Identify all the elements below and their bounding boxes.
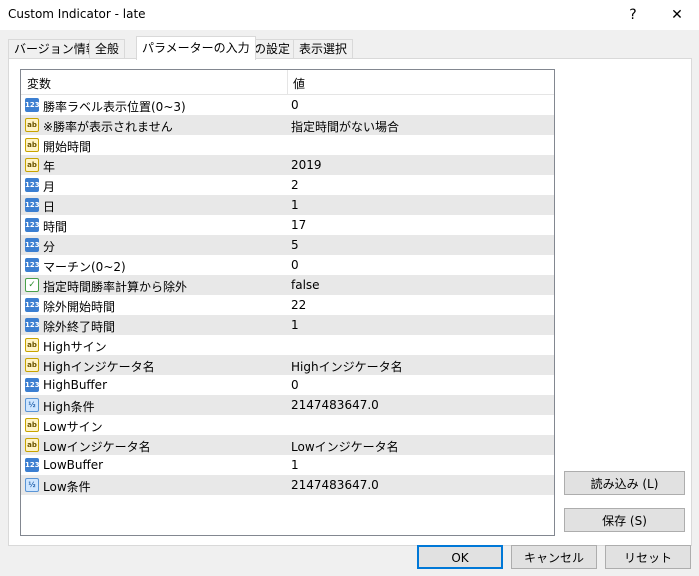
parameter-row[interactable]: ✓ 指定時間勝率計算から除外 false xyxy=(21,275,554,295)
integer-type-icon: 123 xyxy=(25,238,40,252)
tab-parameters[interactable]: パラメーターの入力 xyxy=(136,36,256,60)
parameter-name: 指定時間勝率計算から除外 xyxy=(43,280,188,294)
parameter-name: 分 xyxy=(43,240,56,254)
parameter-value[interactable]: 0 xyxy=(291,98,299,112)
parameter-row[interactable]: 123 月 2 xyxy=(21,175,554,195)
boolean-type-icon: ✓ xyxy=(25,278,39,292)
grid-header: 変数 値 xyxy=(21,70,554,95)
parameter-name: マーチン(0~2) xyxy=(43,260,126,274)
parameter-row[interactable]: ab 開始時間 xyxy=(21,135,554,155)
parameter-name: Highインジケータ名 xyxy=(43,360,155,374)
integer-type-icon: 123 xyxy=(25,198,40,212)
column-divider[interactable] xyxy=(287,70,288,94)
integer-type-icon: 123 xyxy=(25,98,40,112)
parameter-name: ※勝率が表示されません xyxy=(43,120,173,134)
parameter-name: Highサイン xyxy=(43,340,107,354)
parameter-name: 時間 xyxy=(43,220,68,234)
parameter-row[interactable]: 123 時間 17 xyxy=(21,215,554,235)
parameter-name: Lowサイン xyxy=(43,420,103,434)
string-type-icon: ab xyxy=(25,358,39,372)
integer-type-icon: 123 xyxy=(25,178,40,192)
header-variable[interactable]: 変数 xyxy=(27,75,51,92)
integer-type-icon: 123 xyxy=(25,298,40,312)
parameter-value[interactable]: 1 xyxy=(291,318,299,332)
parameter-row[interactable]: ab Highインジケータ名 Highインジケータ名 xyxy=(21,355,554,375)
parameter-row[interactable]: 123 除外開始時間 22 xyxy=(21,295,554,315)
string-type-icon: ab xyxy=(25,338,39,352)
save-button[interactable]: 保存 (S) xyxy=(564,508,685,532)
integer-type-icon: 123 xyxy=(25,378,40,392)
help-button[interactable]: ? xyxy=(611,0,655,30)
parameter-name: 除外開始時間 xyxy=(43,300,116,314)
parameter-row[interactable]: 123 LowBuffer 1 xyxy=(21,455,554,475)
double-type-icon: ½ xyxy=(25,398,39,412)
parameter-value[interactable]: 0 xyxy=(291,258,299,272)
parameter-grid[interactable]: 変数 値 123 勝率ラベル表示位置(0~3) 0 ab ※勝率が表示されません 指定時間… xyxy=(20,69,555,536)
parameter-name: High条件 xyxy=(43,400,95,414)
parameter-name: LowBuffer xyxy=(43,458,104,472)
parameter-name: 除外終了時間 xyxy=(43,320,116,334)
integer-type-icon: 123 xyxy=(25,458,40,472)
parameter-value[interactable]: 2147483647.0 xyxy=(291,398,379,412)
close-button[interactable]: ✕ xyxy=(655,0,699,30)
string-type-icon: ab xyxy=(25,418,39,432)
parameter-row[interactable]: 123 除外終了時間 1 xyxy=(21,315,554,335)
parameter-row[interactable]: 123 マーチン(0~2) 0 xyxy=(21,255,554,275)
parameter-row[interactable]: 123 勝率ラベル表示位置(0~3) 0 xyxy=(21,95,554,115)
parameter-name: Low条件 xyxy=(43,480,91,494)
cancel-button[interactable]: キャンセル xyxy=(511,545,597,569)
parameter-value[interactable]: 1 xyxy=(291,458,299,472)
string-type-icon: ab xyxy=(25,118,39,132)
parameter-row[interactable]: 123 日 1 xyxy=(21,195,554,215)
parameter-value[interactable]: 1 xyxy=(291,198,299,212)
tab-display-selection[interactable]: 表示選択 xyxy=(293,39,354,59)
parameter-value[interactable]: 指定時間がない場合 xyxy=(291,118,399,135)
parameter-value[interactable]: 0 xyxy=(291,378,299,392)
title-bar: Custom Indicator - late ? ✕ xyxy=(0,0,699,30)
parameter-row[interactable]: ab 年 2019 xyxy=(21,155,554,175)
parameter-row[interactable]: 123 分 5 xyxy=(21,235,554,255)
parameter-value[interactable]: Lowインジケータ名 xyxy=(291,438,399,455)
load-button[interactable]: 読み込み (L) xyxy=(564,471,685,495)
parameter-row[interactable]: ab Lowサイン xyxy=(21,415,554,435)
parameter-value[interactable]: 22 xyxy=(291,298,306,312)
parameter-name: 勝率ラベル表示位置(0~3) xyxy=(43,100,186,114)
double-type-icon: ½ xyxy=(25,478,39,492)
parameter-name: 日 xyxy=(43,200,56,214)
tab-general[interactable]: 全般 xyxy=(89,39,126,59)
string-type-icon: ab xyxy=(25,158,39,172)
parameter-row[interactable]: ½ High条件 2147483647.0 xyxy=(21,395,554,415)
parameter-row[interactable]: ab Highサイン xyxy=(21,335,554,355)
parameter-row[interactable]: 123 HighBuffer 0 xyxy=(21,375,554,395)
integer-type-icon: 123 xyxy=(25,318,40,332)
parameter-name: 月 xyxy=(43,180,56,194)
parameter-value[interactable]: Highインジケータ名 xyxy=(291,358,403,375)
parameter-row[interactable]: ab ※勝率が表示されません 指定時間がない場合 xyxy=(21,115,554,135)
parameter-value[interactable]: false xyxy=(291,278,320,292)
string-type-icon: ab xyxy=(25,438,39,452)
tab-strip: バージョン情報 全般 パラメーターの入力 色の設定 表示選択 xyxy=(0,36,699,60)
parameter-name: 年 xyxy=(43,160,56,174)
parameter-value[interactable]: 17 xyxy=(291,218,306,232)
parameter-name: Lowインジケータ名 xyxy=(43,440,151,454)
integer-type-icon: 123 xyxy=(25,218,40,232)
string-type-icon: ab xyxy=(25,138,39,152)
parameter-value[interactable]: 5 xyxy=(291,238,299,252)
parameter-name: HighBuffer xyxy=(43,378,108,392)
integer-type-icon: 123 xyxy=(25,258,40,272)
reset-button[interactable]: リセット xyxy=(605,545,691,569)
ok-button[interactable]: OK xyxy=(417,545,503,569)
header-value[interactable]: 値 xyxy=(293,75,305,92)
parameter-value[interactable]: 2019 xyxy=(291,158,322,172)
parameter-row[interactable]: ab Lowインジケータ名 Lowインジケータ名 xyxy=(21,435,554,455)
window-title: Custom Indicator - late xyxy=(8,7,146,21)
parameter-value[interactable]: 2 xyxy=(291,178,299,192)
parameter-row[interactable]: ½ Low条件 2147483647.0 xyxy=(21,475,554,495)
parameter-value[interactable]: 2147483647.0 xyxy=(291,478,379,492)
parameter-name: 開始時間 xyxy=(43,140,92,154)
